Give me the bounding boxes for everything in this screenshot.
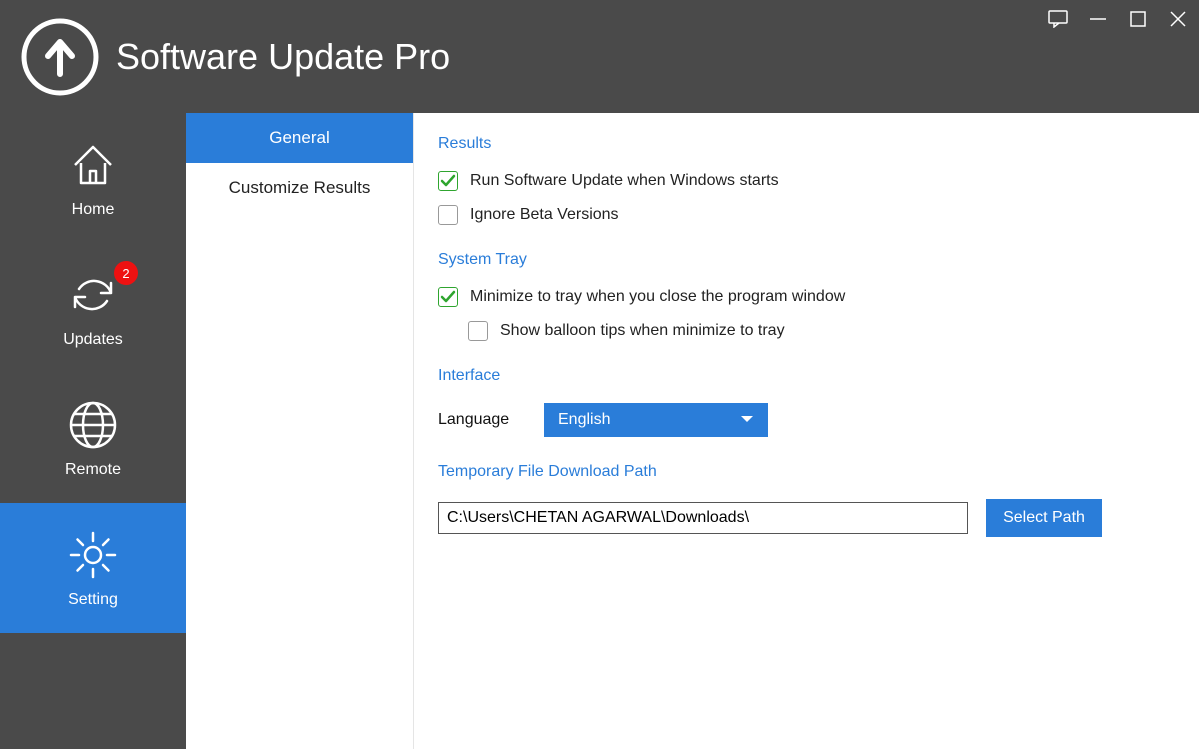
nav-home[interactable]: Home bbox=[0, 113, 186, 243]
language-dropdown[interactable]: English bbox=[544, 403, 768, 437]
globe-icon bbox=[65, 397, 121, 453]
sync-icon bbox=[65, 267, 121, 323]
sidebar: Home 2 Updates Remote Setting bbox=[0, 113, 186, 749]
nav-label-remote: Remote bbox=[65, 461, 121, 479]
window-controls bbox=[1047, 8, 1189, 30]
section-heading-download-path: Temporary File Download Path bbox=[438, 463, 1175, 481]
settings-subtabs: General Customize Results bbox=[186, 113, 414, 749]
check-row-balloon-tips: Show balloon tips when minimize to tray bbox=[468, 321, 1175, 341]
language-row: Language English bbox=[438, 403, 1175, 437]
section-heading-system-tray: System Tray bbox=[438, 251, 1175, 269]
label-balloon-tips: Show balloon tips when minimize to tray bbox=[500, 322, 785, 340]
check-row-ignore-beta: Ignore Beta Versions bbox=[438, 205, 1175, 225]
feedback-icon[interactable] bbox=[1047, 8, 1069, 30]
home-icon bbox=[65, 137, 121, 193]
section-heading-interface: Interface bbox=[438, 367, 1175, 385]
subtab-customize-results[interactable]: Customize Results bbox=[186, 163, 413, 213]
language-label: Language bbox=[438, 411, 544, 429]
section-heading-results: Results bbox=[438, 135, 1175, 153]
label-run-on-startup: Run Software Update when Windows starts bbox=[470, 172, 779, 190]
checkbox-ignore-beta[interactable] bbox=[438, 205, 458, 225]
checkbox-minimize-tray[interactable] bbox=[438, 287, 458, 307]
nav-label-home: Home bbox=[72, 201, 115, 219]
gear-icon bbox=[65, 527, 121, 583]
nav-setting[interactable]: Setting bbox=[0, 503, 186, 633]
close-icon[interactable] bbox=[1167, 8, 1189, 30]
maximize-icon[interactable] bbox=[1127, 8, 1149, 30]
titlebar: Software Update Pro bbox=[0, 0, 1199, 113]
app-title: Software Update Pro bbox=[116, 36, 450, 78]
subtab-general[interactable]: General bbox=[186, 113, 413, 163]
select-path-button[interactable]: Select Path bbox=[986, 499, 1102, 537]
label-ignore-beta: Ignore Beta Versions bbox=[470, 206, 619, 224]
checkbox-run-on-startup[interactable] bbox=[438, 171, 458, 191]
settings-content: Results Run Software Update when Windows… bbox=[414, 113, 1199, 749]
updates-badge: 2 bbox=[114, 261, 138, 285]
nav-label-updates: Updates bbox=[63, 331, 123, 349]
minimize-icon[interactable] bbox=[1087, 8, 1109, 30]
nav-updates[interactable]: 2 Updates bbox=[0, 243, 186, 373]
app-logo-icon bbox=[20, 17, 100, 97]
checkbox-balloon-tips[interactable] bbox=[468, 321, 488, 341]
chevron-down-icon bbox=[740, 411, 754, 429]
check-row-minimize-tray: Minimize to tray when you close the prog… bbox=[438, 287, 1175, 307]
nav-remote[interactable]: Remote bbox=[0, 373, 186, 503]
download-path-row: Select Path bbox=[438, 499, 1175, 537]
nav-label-setting: Setting bbox=[68, 591, 118, 609]
label-minimize-tray: Minimize to tray when you close the prog… bbox=[470, 288, 845, 306]
check-row-run-on-startup: Run Software Update when Windows starts bbox=[438, 171, 1175, 191]
language-selected: English bbox=[558, 411, 610, 429]
download-path-input[interactable] bbox=[438, 502, 968, 534]
